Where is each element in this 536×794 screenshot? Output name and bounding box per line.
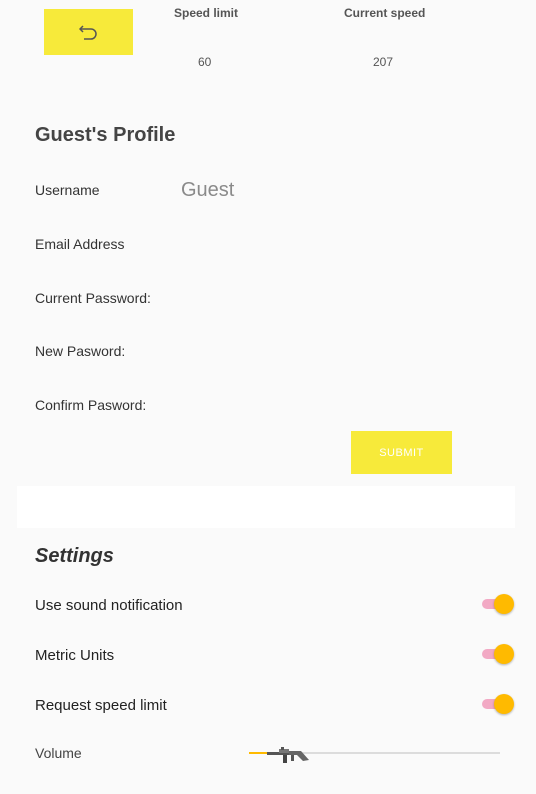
toggle-knob xyxy=(494,594,514,614)
metric-units-label: Metric Units xyxy=(35,647,115,664)
settings-title: Settings xyxy=(35,545,114,567)
request-speed-limit-label: Request speed limit xyxy=(35,697,167,714)
request-speed-limit-toggle[interactable] xyxy=(482,694,514,714)
sound-notification-label: Use sound notification xyxy=(35,597,183,614)
email-field[interactable] xyxy=(181,233,485,257)
new-password-field[interactable] xyxy=(181,340,485,364)
current-speed-label: Current speed xyxy=(344,6,426,20)
current-speed-value: 207 xyxy=(373,55,394,69)
back-button[interactable] xyxy=(44,9,133,55)
section-divider xyxy=(17,486,515,528)
email-label: Email Address xyxy=(35,236,125,252)
submit-button[interactable]: SUBMIT xyxy=(351,431,452,474)
current-password-field[interactable] xyxy=(181,287,485,311)
volume-slider-thumb[interactable] xyxy=(265,744,311,766)
confirm-password-label: Confirm Pasword: xyxy=(35,397,147,413)
speed-limit-value: 60 xyxy=(198,55,212,69)
gun-icon xyxy=(267,747,309,763)
sound-notification-toggle[interactable] xyxy=(482,594,514,614)
speed-limit-label: Speed limit xyxy=(174,6,239,20)
profile-title: Guest's Profile xyxy=(35,124,176,146)
new-password-label: New Pasword: xyxy=(35,343,126,359)
undo-arrow-icon xyxy=(78,25,97,40)
toggle-knob xyxy=(494,694,514,714)
current-password-label: Current Password: xyxy=(35,290,151,306)
confirm-password-field[interactable] xyxy=(181,394,485,418)
toggle-knob xyxy=(494,644,514,664)
username-value: Guest xyxy=(181,179,235,201)
volume-label: Volume xyxy=(35,745,82,761)
username-label: Username xyxy=(35,182,100,198)
metric-units-toggle[interactable] xyxy=(482,644,514,664)
